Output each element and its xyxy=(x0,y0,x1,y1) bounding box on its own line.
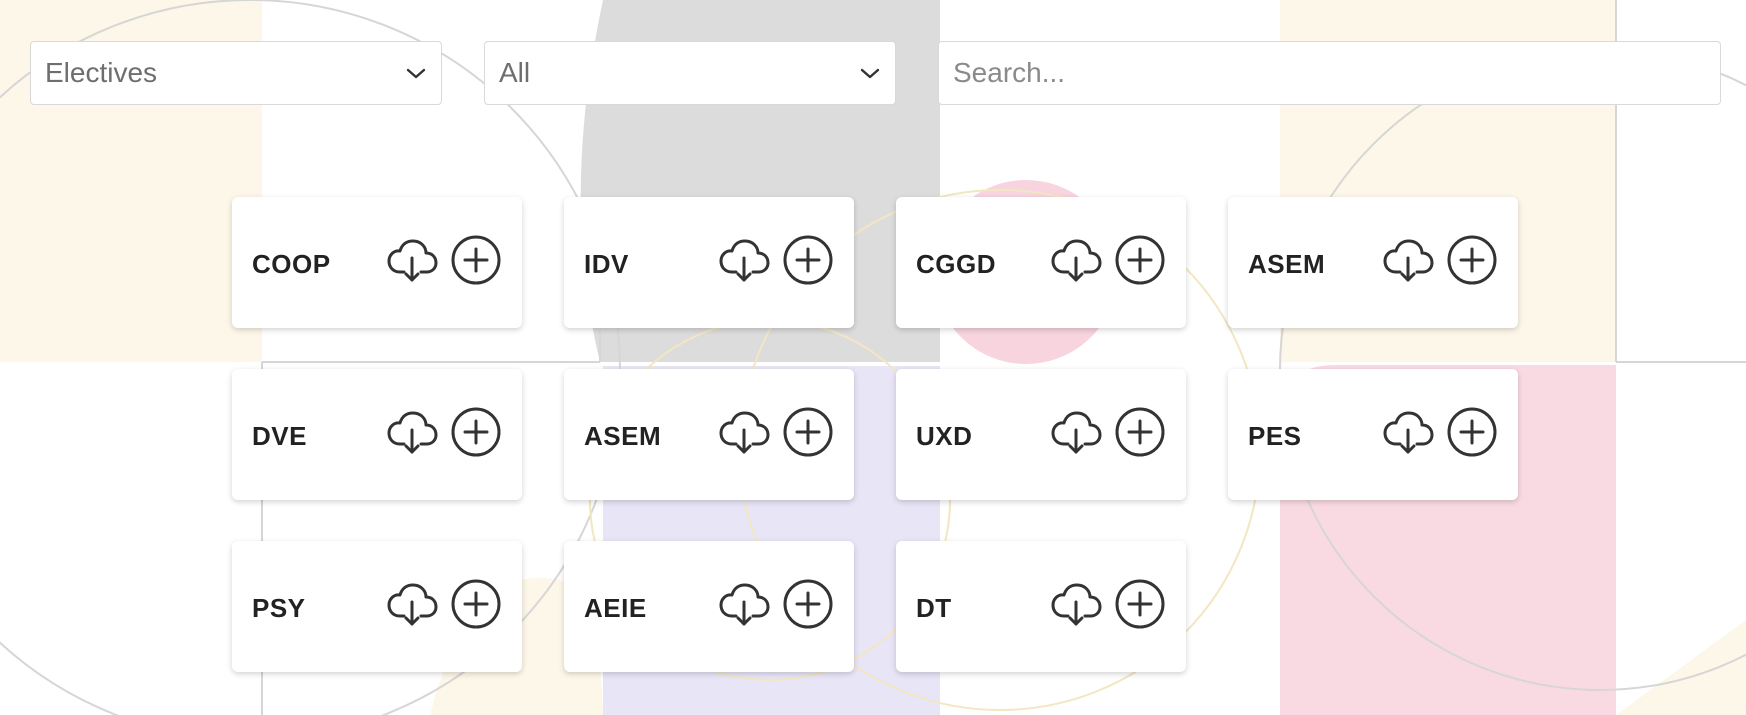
plus-circle-icon[interactable] xyxy=(450,578,502,630)
course-card: ASEM xyxy=(1228,197,1518,328)
plus-circle-icon[interactable] xyxy=(1114,406,1166,458)
plus-circle-icon[interactable] xyxy=(450,234,502,286)
course-card: DVE xyxy=(232,369,522,500)
course-code: UXD xyxy=(916,421,973,451)
cloud-download-icon[interactable] xyxy=(386,406,438,458)
cloud-download-icon[interactable] xyxy=(1382,406,1434,458)
cloud-download-icon[interactable] xyxy=(1050,406,1102,458)
course-code: AEIE xyxy=(584,593,647,623)
plus-circle-icon[interactable] xyxy=(1114,578,1166,630)
course-code: CGGD xyxy=(916,249,996,279)
category-select[interactable]: Electives xyxy=(30,41,442,105)
course-card: DT xyxy=(896,541,1186,672)
chevron-down-icon xyxy=(860,68,880,79)
cloud-download-icon[interactable] xyxy=(718,406,770,458)
course-code: DT xyxy=(916,593,952,623)
course-code: COOP xyxy=(252,249,331,279)
plus-circle-icon[interactable] xyxy=(782,406,834,458)
type-select[interactable]: All xyxy=(484,41,896,105)
course-code: ASEM xyxy=(584,421,662,451)
course-card: PSY xyxy=(232,541,522,672)
type-select-value: All xyxy=(499,57,531,88)
course-card: UXD xyxy=(896,369,1186,500)
course-code: IDV xyxy=(584,249,629,279)
course-card: AEIE xyxy=(564,541,854,672)
course-card: COOP xyxy=(232,197,522,328)
course-code: PES xyxy=(1248,421,1302,451)
search-input[interactable] xyxy=(938,41,1721,105)
course-card: PES xyxy=(1228,369,1518,500)
plus-circle-icon[interactable] xyxy=(1446,234,1498,286)
course-code: PSY xyxy=(252,593,306,623)
cloud-download-icon[interactable] xyxy=(1050,234,1102,286)
plus-circle-icon[interactable] xyxy=(1114,234,1166,286)
cloud-download-icon[interactable] xyxy=(386,234,438,286)
cloud-download-icon[interactable] xyxy=(718,578,770,630)
plus-circle-icon[interactable] xyxy=(782,234,834,286)
cloud-download-icon[interactable] xyxy=(1050,578,1102,630)
course-card: CGGD xyxy=(896,197,1186,328)
plus-circle-icon[interactable] xyxy=(1446,406,1498,458)
cloud-download-icon[interactable] xyxy=(386,578,438,630)
chevron-down-icon xyxy=(406,68,426,79)
course-code: DVE xyxy=(252,421,307,451)
course-code: ASEM xyxy=(1248,249,1326,279)
plus-circle-icon[interactable] xyxy=(782,578,834,630)
category-select-value: Electives xyxy=(45,57,158,88)
cloud-download-icon[interactable] xyxy=(718,234,770,286)
plus-circle-icon[interactable] xyxy=(450,406,502,458)
course-card: IDV xyxy=(564,197,854,328)
cloud-download-icon[interactable] xyxy=(1382,234,1434,286)
course-card: ASEM xyxy=(564,369,854,500)
